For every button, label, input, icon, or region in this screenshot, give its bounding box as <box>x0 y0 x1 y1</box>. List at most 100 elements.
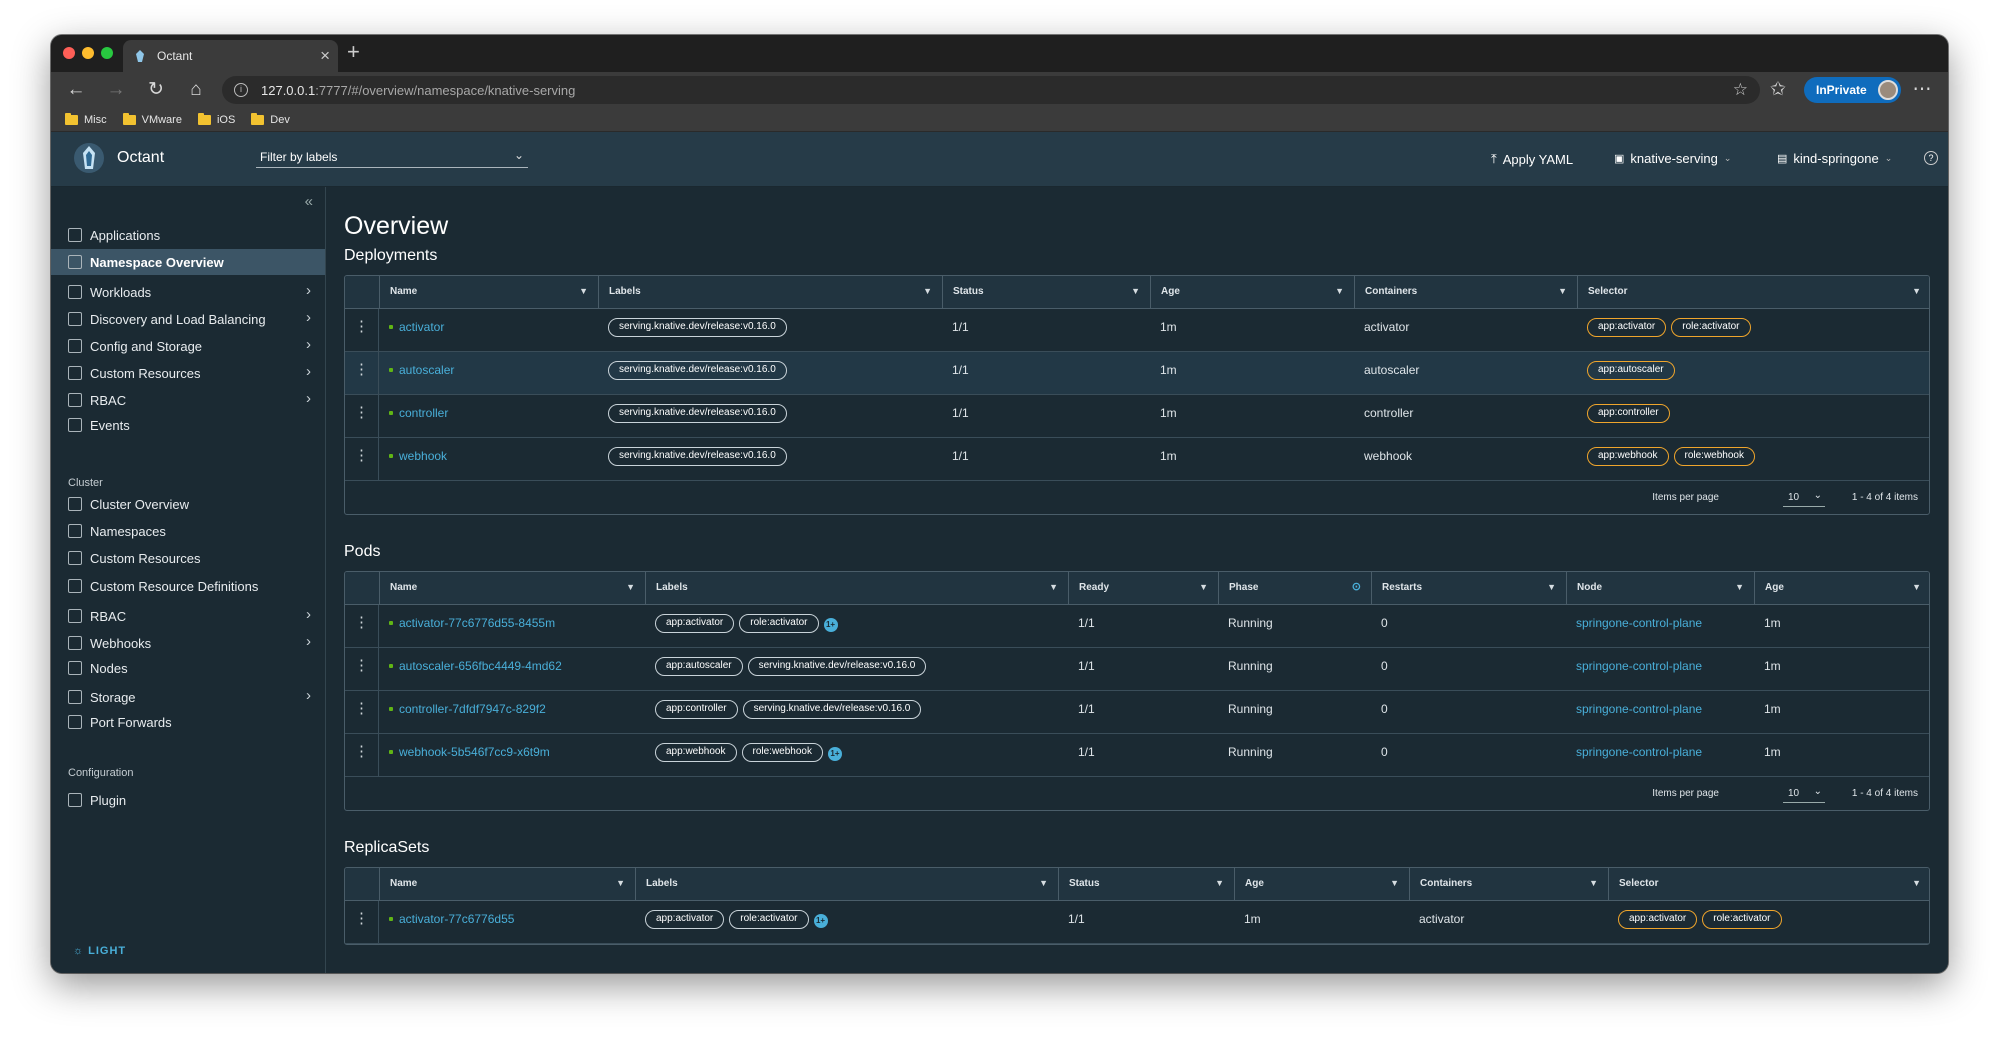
sidebar-item-custom-resources[interactable]: Custom Resources › <box>51 360 325 386</box>
column-header-age[interactable]: Age ▼ <box>1754 572 1929 605</box>
column-header-status[interactable]: Status ▼ <box>942 276 1150 309</box>
table-row[interactable]: ⋮ activator serving.knative.dev/release:v0… <box>345 309 1929 352</box>
context-selector[interactable]: ▤ kind-springone ⌄ <box>1777 151 1892 166</box>
sidebar-item-cluster-overview[interactable]: Cluster Overview <box>51 491 325 517</box>
column-header-age[interactable]: Age ▼ <box>1150 276 1354 309</box>
table-row[interactable]: ⋮ webhook-5b546f7cc9-x6t9m app:webhook role… <box>345 734 1929 777</box>
replicaset-name-link[interactable]: activator-77c6776d55 <box>379 901 514 943</box>
row-actions-kebab-icon[interactable]: ⋮ <box>345 438 379 480</box>
pod-name-link[interactable]: autoscaler-656fbc4449-4md62 <box>379 648 562 690</box>
column-header-labels[interactable]: Labels ▼ <box>598 276 942 309</box>
row-actions-kebab-icon[interactable]: ⋮ <box>345 352 379 394</box>
table-row[interactable]: ⋮ autoscaler serving.knative.dev/release:v… <box>345 352 1929 395</box>
deployment-name-link[interactable]: controller <box>379 395 448 437</box>
filter-icon[interactable]: ▼ <box>1735 572 1744 603</box>
refresh-icon[interactable]: ↻ <box>143 77 169 103</box>
table-row[interactable]: ⋮ webhook serving.knative.dev/release:v0.1… <box>345 438 1929 481</box>
inprivate-badge[interactable]: InPrivate <box>1804 77 1901 103</box>
row-actions-kebab-icon[interactable]: ⋮ <box>345 605 379 647</box>
column-header-node[interactable]: Node ▼ <box>1566 572 1754 605</box>
sidebar-item-namespaces[interactable]: Namespaces <box>51 518 325 544</box>
collapse-sidebar-icon[interactable]: « <box>305 193 313 210</box>
filter-icon[interactable]: ▼ <box>1039 868 1048 899</box>
sidebar-item-applications[interactable]: Applications <box>51 222 325 248</box>
filter-icon[interactable]: ▼ <box>1912 572 1921 603</box>
filter-icon[interactable]: ▼ <box>1912 276 1921 307</box>
pod-name-link[interactable]: controller-7dfdf7947c-829f2 <box>379 691 546 733</box>
zoom-window-button[interactable] <box>101 47 113 59</box>
pod-name-link[interactable]: webhook-5b546f7cc9-x6t9m <box>379 734 550 776</box>
sidebar-item-discovery-and-load-balancing[interactable]: Discovery and Load Balancing › <box>51 306 325 332</box>
filter-icon[interactable]: ▼ <box>1547 572 1556 603</box>
column-header-containers[interactable]: Containers ▼ <box>1409 868 1608 901</box>
items-per-page-select[interactable]: 10 ⌄ <box>1783 785 1825 803</box>
sidebar-item-config-and-storage[interactable]: Config and Storage › <box>51 333 325 359</box>
filter-by-labels-select[interactable]: Filter by labels ⌄ <box>256 146 528 168</box>
column-header-containers[interactable]: Containers ▼ <box>1354 276 1577 309</box>
sidebar-item-custom-resource-definitions[interactable]: Custom Resource Definitions <box>51 573 325 599</box>
filter-icon[interactable]: ▼ <box>1589 868 1598 899</box>
new-tab-button[interactable]: + <box>347 39 360 65</box>
column-header-selector[interactable]: Selector ▼ <box>1577 276 1929 309</box>
sidebar-item-rbac[interactable]: RBAC › <box>51 603 325 629</box>
filter-icon[interactable]: ▼ <box>1335 276 1344 307</box>
site-info-icon[interactable]: i <box>234 83 248 97</box>
filter-icon[interactable]: ▼ <box>616 868 625 899</box>
browser-tab[interactable]: Octant × <box>123 40 338 72</box>
namespace-selector[interactable]: ▣ knative-serving ⌄ <box>1614 151 1731 166</box>
sidebar-item-workloads[interactable]: Workloads › <box>51 279 325 305</box>
filter-icon[interactable]: ▼ <box>1215 868 1224 899</box>
column-header-status[interactable]: Status ▼ <box>1058 868 1234 901</box>
filter-icon[interactable]: ⊙ <box>1352 572 1361 603</box>
filter-icon[interactable]: ▼ <box>1390 868 1399 899</box>
more-menu-icon[interactable]: ⋯ <box>1909 77 1935 103</box>
table-row[interactable]: ⋮ controller-7dfdf7947c-829f2 app:controll… <box>345 691 1929 734</box>
close-tab-icon[interactable]: × <box>320 46 330 66</box>
filter-icon[interactable]: ▼ <box>1558 276 1567 307</box>
table-row[interactable]: ⋮ activator-77c6776d55 app:activator role:a… <box>345 901 1929 944</box>
row-actions-kebab-icon[interactable]: ⋮ <box>345 734 379 776</box>
favorite-star-icon[interactable]: ☆ <box>1733 80 1748 100</box>
close-window-button[interactable] <box>63 47 75 59</box>
sidebar-item-storage[interactable]: Storage › <box>51 684 325 710</box>
back-icon[interactable]: ← <box>63 77 89 103</box>
filter-icon[interactable]: ▼ <box>1912 868 1921 899</box>
filter-icon[interactable]: ▼ <box>923 276 932 307</box>
filter-icon[interactable]: ▼ <box>1131 276 1140 307</box>
row-actions-kebab-icon[interactable]: ⋮ <box>345 309 379 351</box>
column-header-age[interactable]: Age ▼ <box>1234 868 1409 901</box>
forward-icon[interactable]: → <box>103 77 129 103</box>
pod-name-link[interactable]: activator-77c6776d55-8455m <box>379 605 555 647</box>
filter-icon[interactable]: ▼ <box>626 572 635 603</box>
bookmark-vmware[interactable]: VMware <box>122 112 182 126</box>
row-actions-kebab-icon[interactable]: ⋮ <box>345 395 379 437</box>
node-link[interactable]: springone-control-plane <box>1566 648 1702 690</box>
theme-toggle[interactable]: ☼ LIGHT <box>73 945 126 957</box>
column-header-name[interactable]: Name ▼ <box>379 572 645 605</box>
column-header-ready[interactable]: Ready ▼ <box>1068 572 1218 605</box>
favorites-icon[interactable]: ✩ <box>1765 77 1791 103</box>
column-header-labels[interactable]: Labels ▼ <box>645 572 1068 605</box>
table-row[interactable]: ⋮ autoscaler-656fbc4449-4md62 app:autoscal… <box>345 648 1929 691</box>
sidebar-item-events[interactable]: Events <box>51 412 325 438</box>
sidebar-item-plugin[interactable]: Plugin <box>51 787 325 813</box>
items-per-page-select[interactable]: 10 ⌄ <box>1783 489 1825 507</box>
minimize-window-button[interactable] <box>82 47 94 59</box>
node-link[interactable]: springone-control-plane <box>1566 605 1702 647</box>
bookmark-dev[interactable]: Dev <box>251 112 290 126</box>
row-actions-kebab-icon[interactable]: ⋮ <box>345 648 379 690</box>
more-labels-badge[interactable]: 1+ <box>827 747 842 761</box>
column-header-restarts[interactable]: Restarts ▼ <box>1371 572 1566 605</box>
bookmark-misc[interactable]: Misc <box>65 112 107 126</box>
sidebar-item-rbac[interactable]: RBAC › <box>51 387 325 413</box>
apply-yaml-button[interactable]: ⤒ Apply YAML <box>1491 151 1573 167</box>
filter-icon[interactable]: ▼ <box>1199 572 1208 603</box>
more-labels-badge[interactable]: 1+ <box>823 618 838 632</box>
row-actions-kebab-icon[interactable]: ⋮ <box>345 691 379 733</box>
bookmark-ios[interactable]: iOS <box>197 112 235 126</box>
column-header-phase[interactable]: Phase ⊙ <box>1218 572 1371 605</box>
brand[interactable]: Octant <box>73 142 164 174</box>
column-header-selector[interactable]: Selector ▼ <box>1608 868 1929 901</box>
column-header-name[interactable]: Name ▼ <box>379 276 598 309</box>
sidebar-item-namespace-overview[interactable]: Namespace Overview <box>51 249 325 275</box>
